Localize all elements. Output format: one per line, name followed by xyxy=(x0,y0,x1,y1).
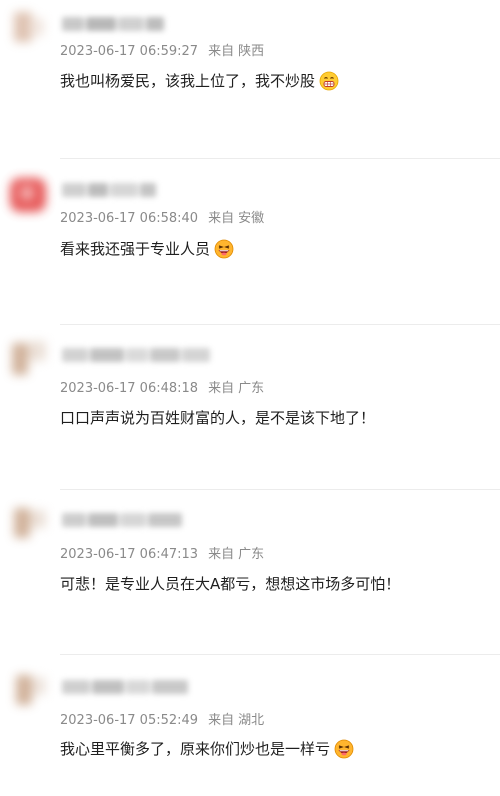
comment-item: 2023-06-17 06:58:40 来自 安徽 看来我还强于专业人员 xyxy=(0,160,500,325)
author-name[interactable] xyxy=(62,16,166,32)
comment-body: 看来我还强于专业人员 xyxy=(60,240,211,258)
comment-item: 2023-06-17 06:47:13 来自 广东 可悲！是专业人员在大A都亏，想想… xyxy=(0,490,500,655)
timestamp: 2023-06-17 06:48:18 xyxy=(60,381,199,396)
comment-text: 口口声声说为百姓财富的人，是不是该下地了！ xyxy=(60,407,375,428)
region: 广东 xyxy=(238,381,265,396)
region: 湖北 xyxy=(238,713,265,728)
avatar[interactable] xyxy=(8,502,50,544)
comment-meta: 2023-06-17 06:58:40 来自 安徽 xyxy=(60,207,264,226)
author-name[interactable] xyxy=(62,347,212,363)
author-name[interactable] xyxy=(62,182,158,198)
timestamp: 2023-06-17 06:47:13 xyxy=(60,547,199,562)
avatar[interactable] xyxy=(8,337,50,379)
divider xyxy=(60,158,500,159)
grinning-teeth-emoji-icon xyxy=(319,71,339,91)
comment-meta: 2023-06-17 06:59:27 来自 陕西 xyxy=(60,40,264,59)
avatar[interactable] xyxy=(8,8,50,50)
region: 安徽 xyxy=(238,211,265,226)
timestamp: 2023-06-17 06:59:27 xyxy=(60,44,199,59)
comment-body: 我也叫杨爱民，该我上位了，我不炒股 xyxy=(60,72,316,90)
from-label: 来自 xyxy=(208,713,235,728)
comment-item: 2023-06-17 05:52:49 来自 湖北 我心里平衡多了，原来你们炒也是一… xyxy=(0,655,500,796)
comment-text: 我心里平衡多了，原来你们炒也是一样亏 xyxy=(60,738,354,759)
comment-text: 看来我还强于专业人员 xyxy=(60,238,234,259)
avatar[interactable] xyxy=(8,174,50,216)
timestamp: 2023-06-17 06:58:40 xyxy=(60,211,199,226)
comment-body: 可悲！是专业人员在大A都亏，想想这市场多可怕！ xyxy=(60,575,401,593)
from-label: 来自 xyxy=(208,381,235,396)
comment-meta: 2023-06-17 05:52:49 来自 湖北 xyxy=(60,709,264,728)
comment-feed: 2023-06-17 06:59:27 来自 陕西 我也叫杨爱民，该我上位了，我不炒… xyxy=(0,0,500,796)
from-label: 来自 xyxy=(208,44,235,59)
from-label: 来自 xyxy=(208,211,235,226)
comment-item: 2023-06-17 06:48:18 来自 广东 口口声声说为百姓财富的人，是不是… xyxy=(0,325,500,490)
from-label: 来自 xyxy=(208,547,235,562)
comment-meta: 2023-06-17 06:47:13 来自 广东 xyxy=(60,543,264,562)
avatar[interactable] xyxy=(8,669,50,711)
comment-text: 可悲！是专业人员在大A都亏，想想这市场多可怕！ xyxy=(60,573,400,594)
comment-meta: 2023-06-17 06:48:18 来自 广东 xyxy=(60,377,264,396)
region: 陕西 xyxy=(238,44,265,59)
laughing-emoji-icon xyxy=(334,739,354,759)
timestamp: 2023-06-17 05:52:49 xyxy=(60,713,199,728)
author-name[interactable] xyxy=(62,512,184,528)
laughing-emoji-icon xyxy=(214,239,234,259)
comment-item: 2023-06-17 06:59:27 来自 陕西 我也叫杨爱民，该我上位了，我不炒… xyxy=(0,0,500,160)
region: 广东 xyxy=(238,547,265,562)
comment-body: 口口声声说为百姓财富的人，是不是该下地了！ xyxy=(60,409,376,427)
comment-body: 我心里平衡多了，原来你们炒也是一样亏 xyxy=(60,740,331,758)
comment-text: 我也叫杨爱民，该我上位了，我不炒股 xyxy=(60,70,339,91)
author-name[interactable] xyxy=(62,679,190,695)
